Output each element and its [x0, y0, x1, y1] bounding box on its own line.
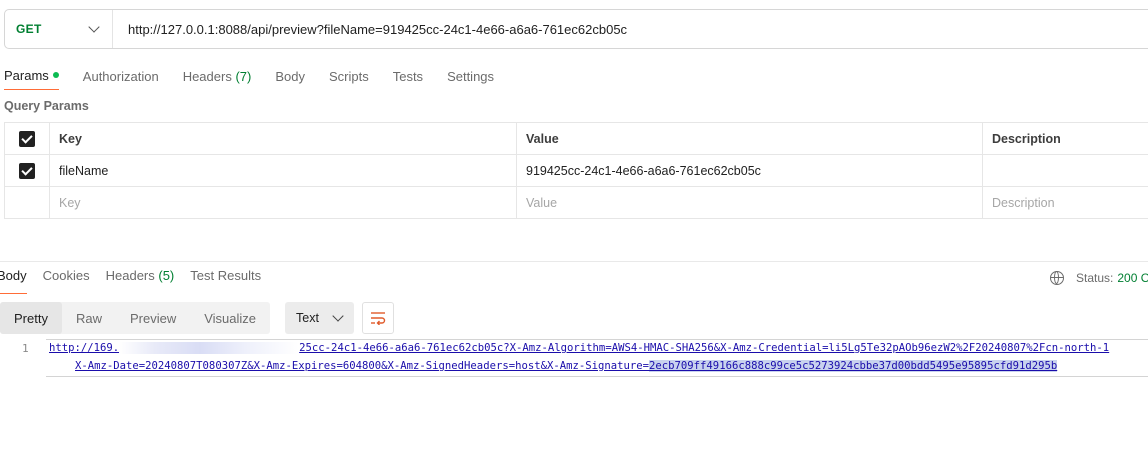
select-all-checkbox[interactable]	[19, 130, 35, 147]
format-select[interactable]: Text	[285, 302, 354, 334]
response-line-1[interactable]: http://169. 25cc-24c1-4e66-a6a6-761ec62cb…	[49, 342, 1109, 354]
tab-body-label: Body	[275, 69, 305, 84]
key-placeholder[interactable]: Key	[49, 186, 517, 219]
view-raw[interactable]: Raw	[62, 302, 116, 334]
tab-cookies[interactable]: Cookies	[43, 268, 90, 294]
tab-params-label: Params	[4, 68, 49, 83]
method-select[interactable]: GET	[5, 10, 113, 48]
table-row-empty: Key Value Description	[4, 186, 1148, 219]
response-tabs: Body Cookies Headers (5) Test Results	[0, 268, 277, 294]
request-url-bar: GET http://127.0.0.1:8088/api/preview?fi…	[4, 9, 1148, 49]
tab-response-headers[interactable]: Headers (5)	[106, 268, 175, 294]
query-params-table: Key Value Description fileName 919425cc-…	[4, 122, 1148, 219]
status-value[interactable]: 200 O	[1117, 271, 1148, 285]
chevron-down-icon	[88, 21, 100, 33]
url-input[interactable]: http://127.0.0.1:8088/api/preview?fileNa…	[128, 22, 627, 37]
redacted-region	[119, 342, 300, 354]
chevron-down-icon	[332, 310, 344, 322]
response-url-params[interactable]: X-Amz-Date=20240807T080307Z&X-Amz-Expire…	[75, 360, 649, 372]
param-value-cell[interactable]: 919425cc-24c1-4e66-a6a6-761ec62cb05c	[516, 154, 983, 187]
tab-scripts-label: Scripts	[328, 69, 369, 84]
value-placeholder[interactable]: Value	[516, 186, 983, 219]
wrap-lines-icon	[371, 312, 386, 325]
description-placeholder[interactable]: Description	[982, 186, 1148, 219]
tab-tests-label: Tests	[392, 69, 424, 84]
tab-headers[interactable]: Headers (7)	[183, 69, 252, 90]
active-dot-icon	[52, 72, 59, 79]
view-visualize[interactable]: Visualize	[190, 302, 270, 334]
row-checkbox[interactable]	[19, 162, 35, 179]
tab-tests[interactable]: Tests	[393, 69, 423, 90]
tab-test-results-label: Test Results	[190, 268, 262, 283]
param-description-cell[interactable]	[982, 154, 1148, 187]
tab-cookies-label: Cookies	[42, 268, 90, 283]
tab-test-results[interactable]: Test Results	[190, 268, 261, 294]
status-label: Status:	[1076, 271, 1114, 285]
response-url-start[interactable]: http://169.	[49, 342, 119, 354]
column-description: Description	[982, 122, 1148, 155]
wrap-lines-button[interactable]	[362, 302, 394, 334]
view-mode-control: Pretty Raw Preview Visualize	[0, 302, 271, 334]
globe-icon[interactable]	[1050, 271, 1064, 285]
tab-authorization-label: Authorization	[82, 69, 159, 84]
param-key-cell[interactable]: fileName	[49, 154, 517, 187]
tab-authorization[interactable]: Authorization	[83, 69, 159, 90]
format-label: Text	[296, 311, 319, 325]
line-number: 1	[22, 342, 29, 355]
response-line-1-wrapped[interactable]: X-Amz-Date=20240807T080307Z&X-Amz-Expire…	[75, 360, 1058, 372]
tab-response-body[interactable]: Body	[0, 268, 27, 294]
view-pretty[interactable]: Pretty	[0, 302, 62, 334]
table-row: fileName 919425cc-24c1-4e66-a6a6-761ec62…	[4, 154, 1148, 187]
tab-params[interactable]: Params	[4, 68, 59, 90]
tab-settings[interactable]: Settings	[447, 69, 494, 90]
tab-headers-label: Headers	[182, 69, 232, 84]
tab-response-headers-label: Headers	[105, 268, 155, 283]
tab-body[interactable]: Body	[275, 69, 305, 90]
query-params-title: Query Params	[4, 99, 89, 113]
column-key: Key	[49, 122, 517, 155]
response-status: Status: 200 O	[1050, 271, 1148, 285]
column-value: Value	[516, 122, 983, 155]
headers-count: (7)	[235, 69, 252, 84]
request-tabs: Params Authorization Headers (7) Body Sc…	[4, 64, 518, 90]
tab-settings-label: Settings	[447, 69, 495, 84]
tab-response-body-label: Body	[0, 268, 27, 283]
tab-scripts[interactable]: Scripts	[329, 69, 369, 90]
pane-divider[interactable]	[0, 261, 1148, 262]
response-headers-count: (5)	[158, 268, 175, 283]
selected-signature[interactable]: 2ecb709ff49166c888c99ce5c5273924cbbe37d0…	[649, 360, 1058, 372]
response-url-rest[interactable]: 25cc-24c1-4e66-a6a6-761ec62cb05c?X-Amz-A…	[299, 342, 1109, 354]
table-header-row: Key Value Description	[4, 122, 1148, 155]
method-label: GET	[16, 22, 42, 36]
view-preview[interactable]: Preview	[116, 302, 190, 334]
